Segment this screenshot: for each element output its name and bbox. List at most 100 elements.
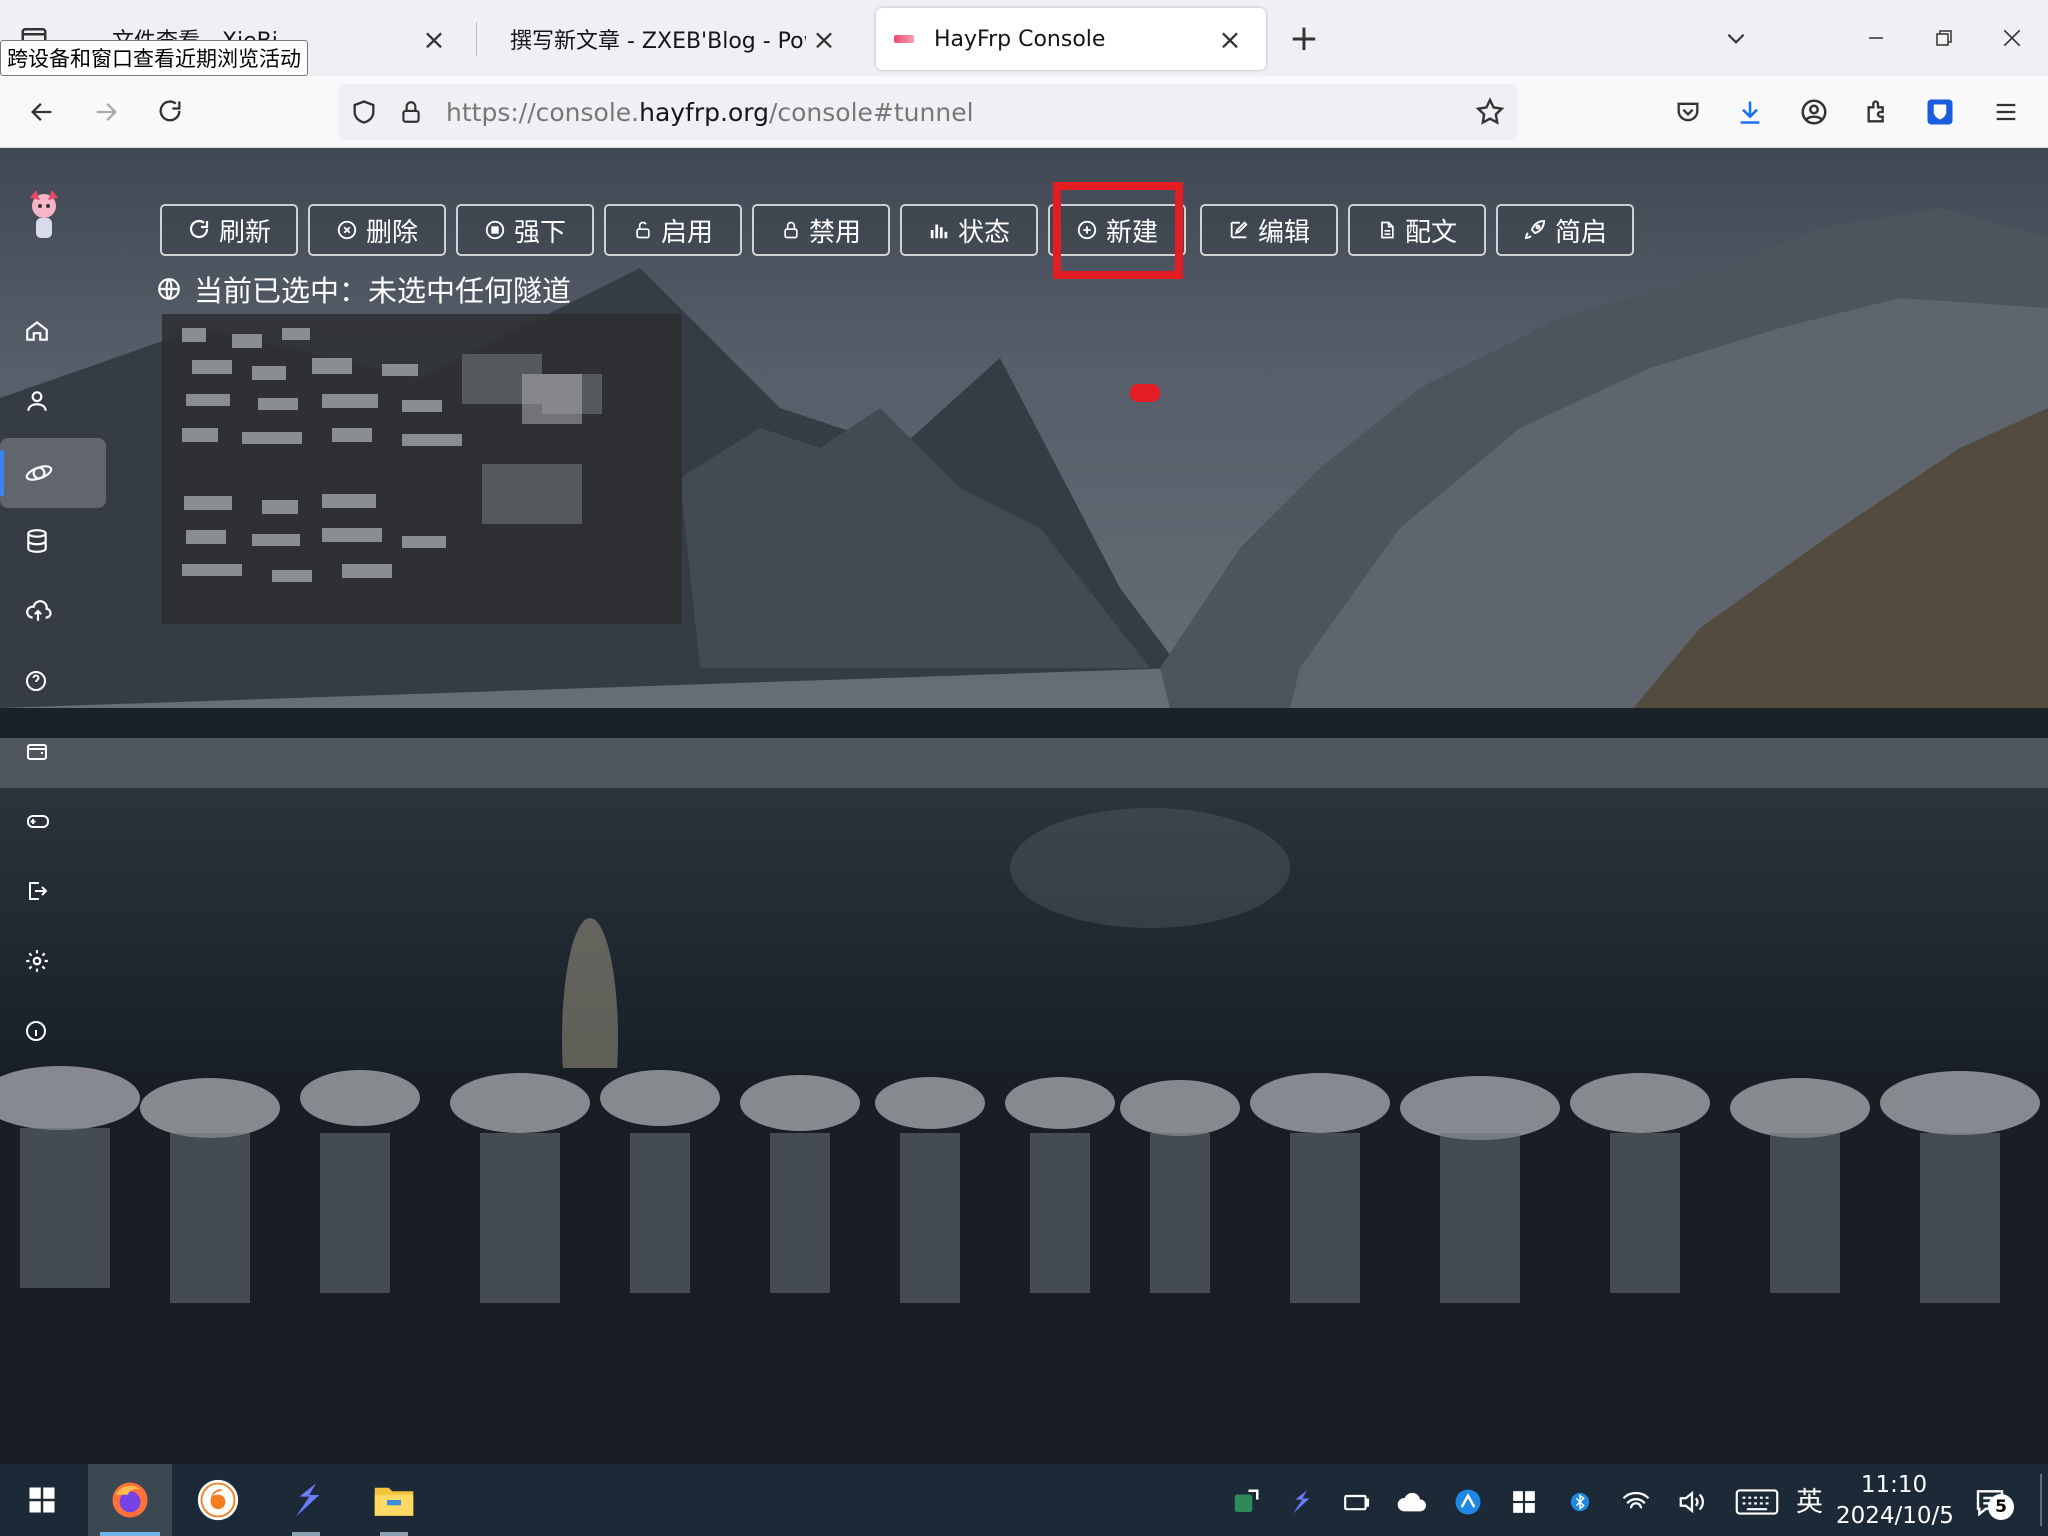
bitwarden-icon[interactable] xyxy=(1918,90,1962,134)
sidebar-item-home[interactable] xyxy=(0,296,106,366)
bar-chart-icon xyxy=(930,224,948,239)
extensions-icon[interactable] xyxy=(1856,90,1900,134)
clock-date: 2024/10/5 xyxy=(1836,1503,1954,1529)
close-tab-icon[interactable]: × xyxy=(1212,21,1248,57)
url-text: https://console.hayfrp.org/console#tunne… xyxy=(446,98,974,127)
new-tab-button[interactable]: + xyxy=(1284,18,1324,59)
sidebar-item-cloud[interactable] xyxy=(0,576,106,646)
button-label: 删除 xyxy=(365,217,418,248)
close-tab-icon[interactable]: × xyxy=(806,21,842,57)
forward-icon[interactable] xyxy=(84,90,128,134)
help-icon xyxy=(26,671,46,691)
force-offline-button[interactable]: 强下 xyxy=(456,204,594,256)
url-domain: hayfrp.org xyxy=(639,98,769,127)
address-bar[interactable]: https://console.hayfrp.org/console#tunne… xyxy=(338,84,1518,140)
sidebar-item-logout[interactable] xyxy=(0,856,106,926)
volume-icon[interactable] xyxy=(1674,1484,1710,1520)
sidebar xyxy=(0,148,110,1464)
taskbar-app-6[interactable] xyxy=(176,1464,260,1536)
tray-lightning-icon[interactable] xyxy=(1282,1484,1318,1520)
sidebar-item-wallet[interactable] xyxy=(0,716,106,786)
tray-app-green-icon[interactable] xyxy=(1228,1484,1264,1520)
button-label: 配文 xyxy=(1404,217,1457,248)
sidebar-item-settings[interactable] xyxy=(0,926,106,996)
keyboard-icon[interactable] xyxy=(1734,1484,1780,1520)
open-indicator xyxy=(380,1532,408,1536)
button-label: 启用 xyxy=(660,217,713,248)
battery-icon[interactable] xyxy=(1338,1484,1374,1520)
restore-icon[interactable] xyxy=(1924,18,1964,58)
back-icon[interactable] xyxy=(20,90,64,134)
annotation-mark xyxy=(1130,384,1160,402)
sidebar-item-tunnel[interactable] xyxy=(0,438,106,508)
bookmark-star-icon[interactable] xyxy=(1474,96,1506,132)
tab-separator xyxy=(476,22,477,56)
delete-button[interactable]: 删除 xyxy=(308,204,446,256)
tooltip: 跨设备和窗口查看近期浏览活动 xyxy=(0,40,308,76)
stop-circle-icon xyxy=(485,220,505,240)
cloud-upload-icon xyxy=(26,600,52,621)
sidebar-item-games[interactable] xyxy=(0,786,106,856)
lock-icon xyxy=(784,221,798,239)
bluetooth-icon[interactable] xyxy=(1562,1484,1598,1520)
tray-windows-icon[interactable] xyxy=(1506,1484,1542,1520)
avatar[interactable] xyxy=(24,188,64,244)
config-file-button[interactable]: 配文 xyxy=(1348,204,1486,256)
lock-icon[interactable] xyxy=(398,98,424,130)
pocket-icon[interactable] xyxy=(1666,90,1710,134)
refresh-button[interactable]: 刷新 xyxy=(160,204,298,256)
tab-title: 撰写新文章 - ZXEB'Blog - Powered xyxy=(510,29,806,54)
sidebar-item-database[interactable] xyxy=(0,506,106,576)
tray-app-blue-icon[interactable] xyxy=(1450,1484,1486,1520)
button-label: 简启 xyxy=(1554,217,1607,248)
selected-tunnel-status: 当前已选中：未选中任何隧道 xyxy=(156,268,571,310)
status-text: 当前已选中：未选中任何隧道 xyxy=(194,274,572,308)
edit-icon xyxy=(1230,221,1248,239)
input-method-indicator[interactable]: 英 xyxy=(1796,1480,1823,1519)
tunnel-icon xyxy=(25,465,53,481)
refresh-icon xyxy=(189,219,209,239)
taskbar-file-explorer[interactable] xyxy=(352,1464,436,1536)
tab-blog-editor[interactable]: 撰写新文章 - ZXEB'Blog - Powered × xyxy=(482,8,860,70)
close-window-icon[interactable] xyxy=(1992,18,2032,58)
windows-icon xyxy=(29,1487,55,1513)
taskbar-app-lightning[interactable] xyxy=(264,1464,348,1536)
url-prefix: https://console. xyxy=(446,98,640,127)
wifi-icon[interactable] xyxy=(1618,1484,1654,1520)
status-button[interactable]: 状态 xyxy=(900,204,1038,256)
notification-badge: 5 xyxy=(1988,1494,2014,1520)
clock[interactable]: 11:10 2024/10/5 xyxy=(1836,1470,1954,1532)
tab-strip: 跨设备和窗口查看近期浏览活动 文件查看 - XieBi × 撰写新文章 - ZX… xyxy=(0,0,2048,76)
sidebar-item-help[interactable] xyxy=(0,646,106,716)
taskbar-firefox[interactable] xyxy=(88,1464,172,1536)
home-icon xyxy=(26,320,48,341)
edit-button[interactable]: 编辑 xyxy=(1200,204,1338,256)
button-label: 禁用 xyxy=(808,217,861,248)
downloads-icon[interactable] xyxy=(1728,90,1772,134)
settings-icon xyxy=(26,950,48,972)
tab-title: HayFrp Console xyxy=(934,26,1106,52)
disable-button[interactable]: 禁用 xyxy=(752,204,890,256)
sidebar-item-info[interactable] xyxy=(0,996,106,1066)
sidebar-item-user[interactable] xyxy=(0,366,106,436)
annotation-highlight-box xyxy=(1053,182,1183,279)
button-label: 状态 xyxy=(957,217,1010,248)
list-all-tabs-icon[interactable] xyxy=(1716,18,1756,58)
tab-hayfrp-console[interactable]: HayFrp Console × xyxy=(876,8,1266,70)
onedrive-icon[interactable] xyxy=(1394,1484,1430,1520)
start-button[interactable] xyxy=(0,1464,84,1536)
account-icon[interactable] xyxy=(1792,90,1836,134)
enable-button[interactable]: 启用 xyxy=(604,204,742,256)
close-tab-icon[interactable]: × xyxy=(416,21,452,57)
button-label: 刷新 xyxy=(218,217,271,248)
menu-icon[interactable] xyxy=(1984,90,2028,134)
x-circle-icon xyxy=(337,220,357,240)
show-desktop-strip[interactable] xyxy=(2040,1474,2042,1526)
shield-icon[interactable] xyxy=(350,98,378,130)
reload-icon[interactable] xyxy=(148,90,192,134)
folder-icon xyxy=(374,1487,414,1516)
info-icon xyxy=(26,1021,46,1041)
lightning-app-icon xyxy=(296,1483,320,1517)
minimize-icon[interactable] xyxy=(1856,18,1896,58)
quick-start-button[interactable]: 简启 xyxy=(1496,204,1634,256)
